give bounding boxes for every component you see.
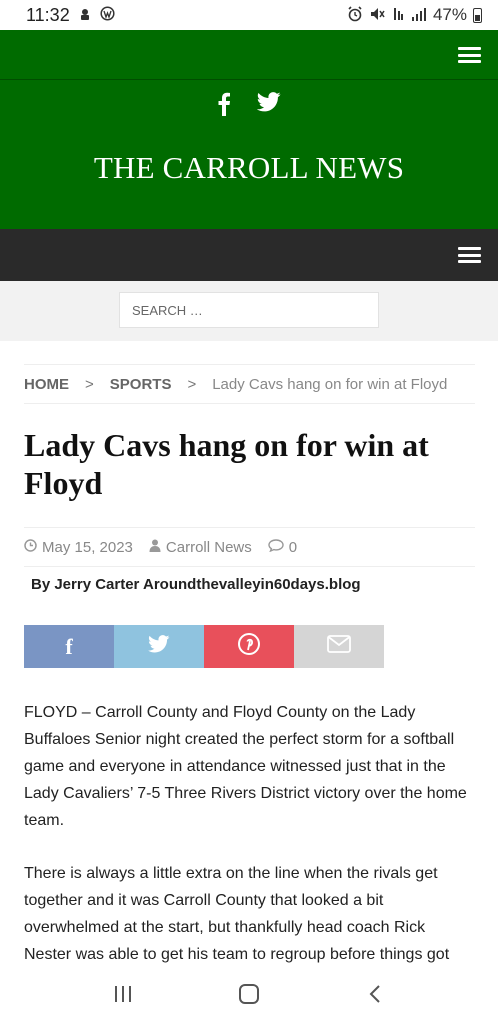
notification-icon [78, 7, 92, 24]
meta-comments[interactable]: 0 [268, 539, 297, 556]
article-paragraph: There is always a little extra on the li… [24, 865, 450, 963]
twitter-icon[interactable] [256, 92, 281, 123]
article-title: Lady Cavs hang on for win at Floyd [24, 427, 429, 501]
meta-date: May 15, 2023 [24, 539, 133, 556]
twitter-icon [148, 635, 170, 658]
breadcrumb: HOME > SPORTS > Lady Cavs hang on for wi… [24, 364, 475, 404]
facebook-icon[interactable] [217, 92, 231, 123]
article-author[interactable]: Carroll News [166, 539, 252, 556]
facebook-icon: f [65, 633, 73, 659]
article-body: FLOYD – Carroll County and Floyd County … [24, 699, 476, 994]
breadcrumb-home[interactable]: HOME [24, 376, 69, 393]
search-area [0, 281, 498, 341]
comment-count: 0 [288, 538, 298, 556]
clock-icon [24, 539, 37, 555]
share-bar: f [24, 625, 384, 668]
pinterest-icon [238, 633, 260, 660]
article-byline: By Jerry Carter Aroundthevalleyin60days.… [31, 576, 361, 593]
user-icon [149, 539, 161, 555]
wifi-calling-icon [391, 6, 405, 25]
share-email-button[interactable] [294, 625, 384, 668]
share-facebook-button[interactable]: f [24, 625, 114, 668]
article-paragraph: FLOYD – Carroll County and Floyd County … [24, 704, 467, 829]
top-menu-icon[interactable] [458, 47, 481, 63]
battery-percent: 47% [432, 5, 467, 24]
nav-bar [0, 229, 498, 281]
top-bar [0, 30, 498, 80]
breadcrumb-separator: > [187, 375, 197, 393]
comment-icon [268, 539, 284, 555]
status-bar: 11:32 47% [0, 0, 498, 30]
email-icon [327, 635, 351, 658]
site-title[interactable]: THE CARROLL NEWS [0, 150, 498, 186]
status-time: 11:32 [26, 4, 70, 25]
breadcrumb-separator: > [85, 375, 94, 393]
wordpress-icon [100, 6, 115, 24]
article-date: May 15, 2023 [42, 538, 133, 556]
signal-icon [411, 7, 427, 24]
mute-icon [369, 6, 385, 25]
alarm-icon [347, 5, 363, 25]
status-left: 11:32 [26, 5, 115, 26]
share-pinterest-button[interactable] [204, 625, 294, 668]
back-icon[interactable] [355, 974, 395, 1014]
social-links [0, 92, 498, 123]
battery-icon [473, 7, 482, 23]
search-input[interactable] [119, 292, 379, 328]
recent-apps-icon[interactable] [103, 974, 143, 1014]
breadcrumb-current: Lady Cavs hang on for win at Floyd [212, 375, 448, 393]
android-nav-bar [0, 965, 498, 1023]
status-right: 47% [347, 5, 482, 25]
main-menu-icon[interactable] [458, 247, 481, 263]
meta-author: Carroll News [149, 539, 252, 556]
share-twitter-button[interactable] [114, 625, 204, 668]
home-icon[interactable] [229, 974, 269, 1014]
site-header: THE CARROLL NEWS [0, 80, 498, 229]
breadcrumb-sports[interactable]: SPORTS [110, 376, 172, 393]
article-meta: May 15, 2023 Carroll News 0 [24, 527, 475, 567]
